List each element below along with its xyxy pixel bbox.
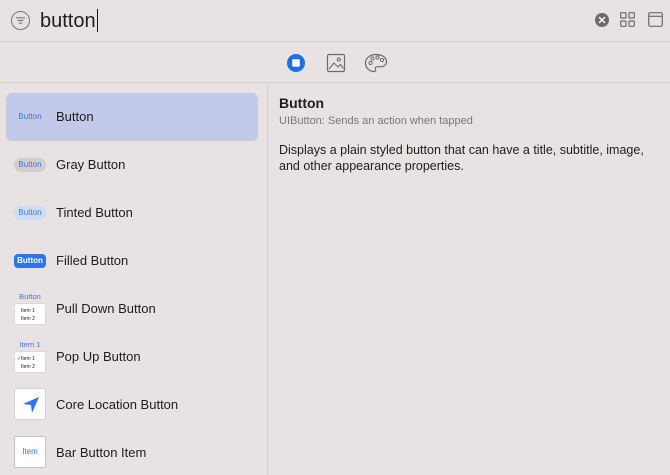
controls-icon: [287, 54, 305, 72]
detail-title: Button: [279, 95, 325, 111]
list-item-label: Filled Button: [56, 253, 129, 268]
media-tab-button[interactable]: [326, 53, 346, 73]
list-item-label: Core Location Button: [56, 397, 179, 412]
image-icon: [326, 53, 346, 73]
list-item-button[interactable]: Button Button: [6, 93, 258, 141]
list-item-filled-button[interactable]: Button Filled Button: [6, 237, 258, 285]
search-bar: button: [0, 0, 670, 42]
list-item-label: Bar Button Item: [56, 445, 147, 460]
plain-button-thumbnail: Button: [18, 112, 42, 121]
core-location-thumbnail: [14, 388, 46, 420]
menu-item: Item 2: [21, 316, 35, 322]
text-caret: [96, 9, 98, 32]
list-item-label: Tinted Button: [56, 205, 133, 220]
window-icon[interactable]: [648, 12, 663, 32]
list-item-pull-down-button[interactable]: Button Item 1 Item 2 Pull Down Button: [6, 285, 258, 333]
list-item-tinted-button[interactable]: Button Tinted Button: [6, 189, 258, 237]
list-item-gray-button[interactable]: Button Gray Button: [6, 141, 258, 189]
search-input[interactable]: button: [40, 9, 98, 33]
gray-button-thumbnail: Button: [14, 158, 46, 172]
list-item-core-location-button[interactable]: Core Location Button: [6, 381, 258, 429]
tinted-button-thumbnail: Button: [14, 206, 46, 220]
search-query: button: [40, 10, 96, 32]
pop-up-thumbnail-title: Item 1: [19, 340, 41, 349]
menu-item: Item 1: [21, 356, 35, 362]
list-item-bar-button-item[interactable]: Item Bar Button Item: [6, 429, 258, 475]
palette-icon: [364, 53, 388, 73]
pull-down-thumbnail-menu: Item 1 Item 2: [14, 303, 46, 325]
filled-button-thumbnail: Button: [14, 254, 46, 268]
controls-tab-button[interactable]: [286, 53, 306, 73]
pull-down-thumbnail-title: Button: [19, 292, 41, 301]
library-toolbar: [0, 43, 670, 83]
filter-icon[interactable]: [11, 11, 30, 30]
menu-item: Item 1: [21, 308, 35, 314]
detail-subtitle: UIButton: Sends an action when tapped: [279, 115, 473, 127]
list-item-pop-up-button[interactable]: Item 1 ✓ Item 1 Item 2 Pop Up Button: [6, 333, 258, 381]
menu-item: Item 2: [21, 364, 35, 370]
detail-pane: Button UIButton: Sends an action when ta…: [279, 94, 659, 174]
list-item-label: Gray Button: [56, 157, 126, 172]
detail-description: Displays a plain styled button that can …: [279, 143, 644, 173]
library-list: Button Button Button Gray Button Button …: [0, 84, 268, 475]
bar-button-thumbnail: Item: [14, 436, 46, 468]
colors-tab-button[interactable]: [364, 53, 388, 73]
list-item-label: Pop Up Button: [56, 349, 141, 364]
location-arrow-icon: [23, 397, 39, 413]
pop-up-thumbnail-menu: ✓ Item 1 Item 2: [14, 351, 46, 373]
clear-icon[interactable]: [595, 13, 609, 27]
list-item-label: Button: [56, 109, 94, 124]
list-item-label: Pull Down Button: [56, 301, 156, 316]
grid-icon[interactable]: [620, 12, 635, 32]
